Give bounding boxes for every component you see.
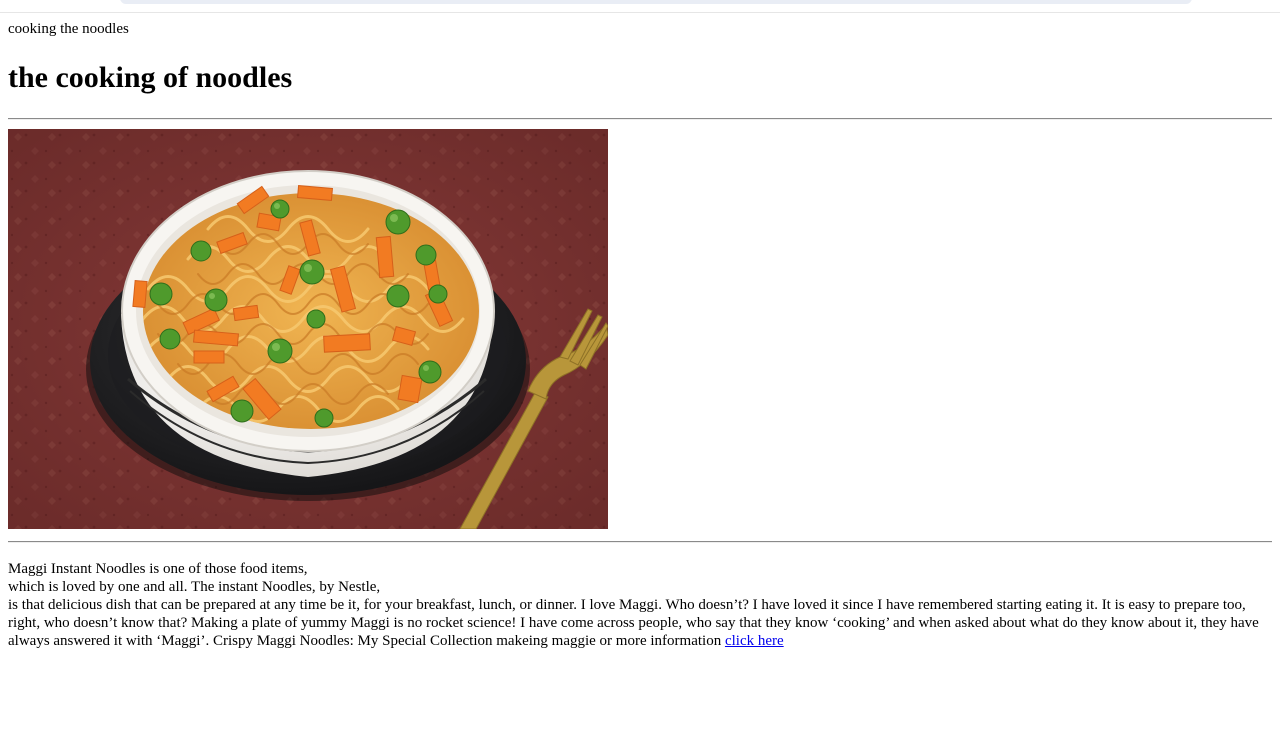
paragraph-body: is that delicious dish that can be prepa…: [8, 597, 1259, 649]
page-title: the cooking of noodles: [8, 61, 293, 94]
article-paragraph: Maggi Instant Noodles is one of those fo…: [8, 560, 1272, 650]
browser-top-strip: [0, 0, 1280, 13]
page-content: cooking the noodles the cooking of noodl…: [8, 20, 1272, 650]
paragraph-line-1: Maggi Instant Noodles is one of those fo…: [8, 561, 308, 577]
divider-bottom: [8, 541, 1272, 543]
address-bar[interactable]: [120, 0, 1192, 4]
page-caption: cooking the noodles: [8, 21, 129, 37]
paragraph-line-2: which is loved by one and all. The insta…: [8, 579, 381, 595]
divider-top: [8, 118, 1272, 120]
noodle-bowl-photo: [8, 129, 608, 529]
more-info-link[interactable]: click here: [725, 633, 784, 649]
